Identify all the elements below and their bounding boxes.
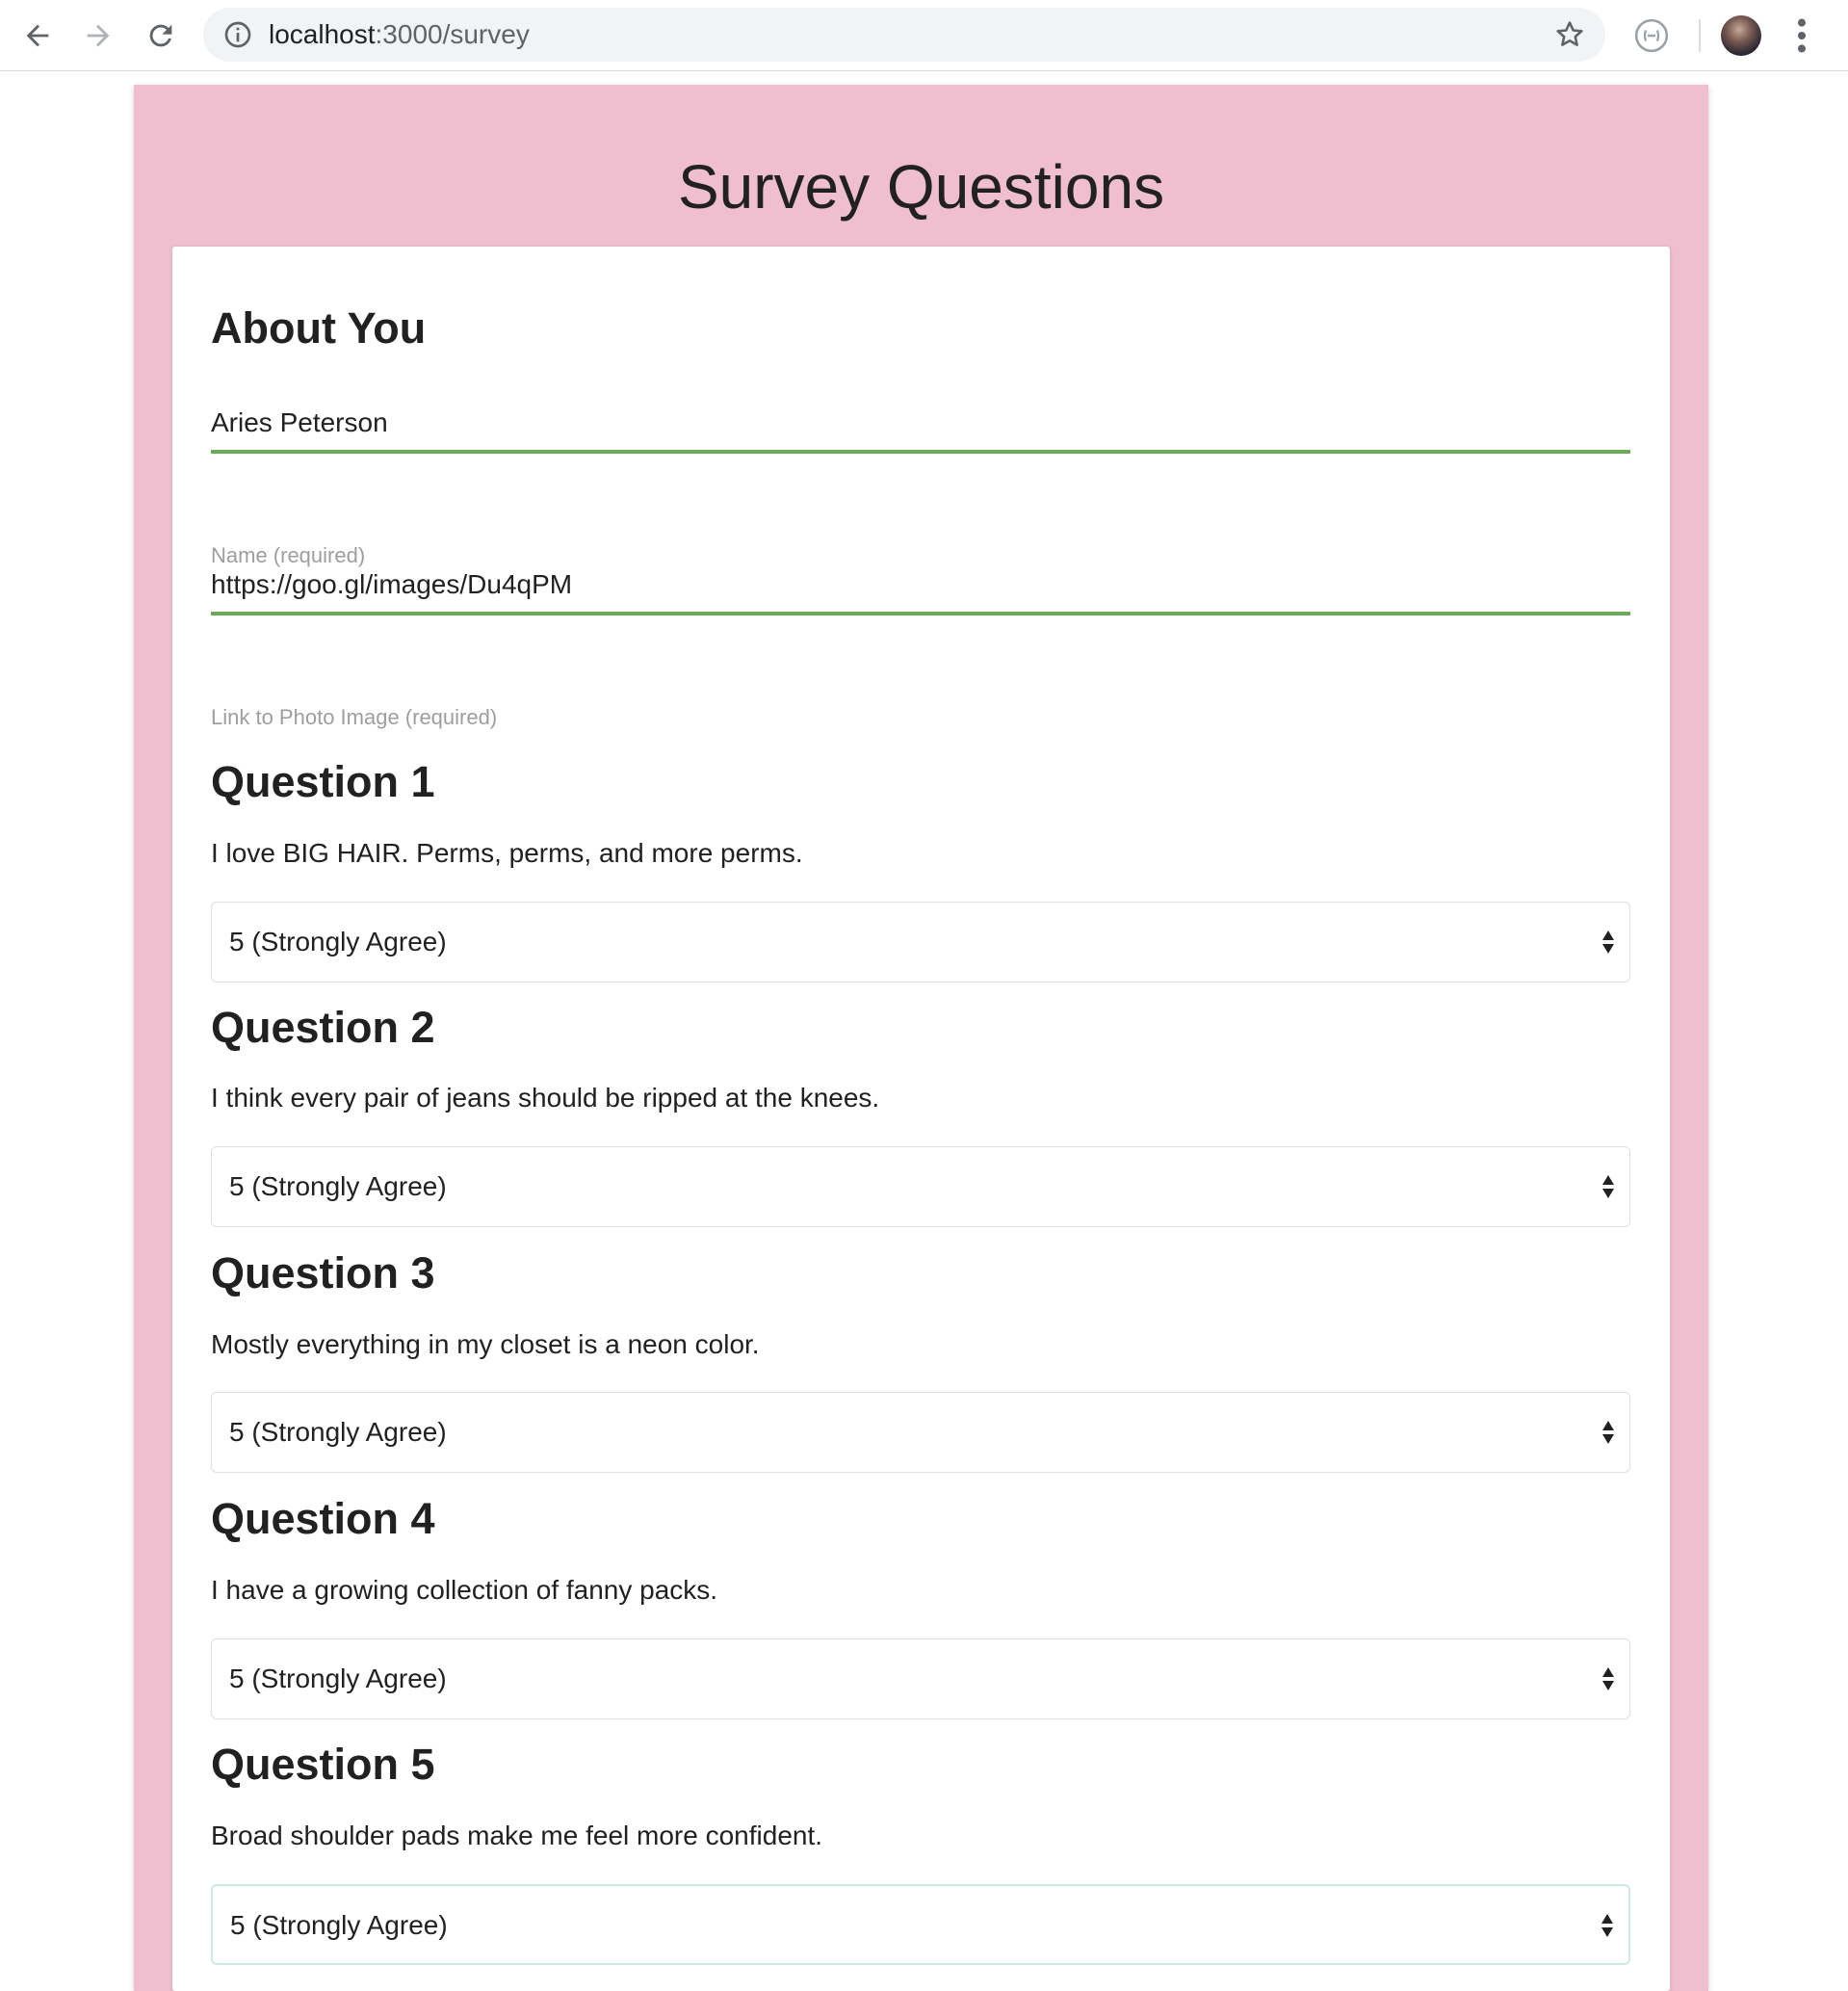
question-1-heading: Question 1	[211, 757, 435, 806]
url-host: localhost	[269, 19, 376, 49]
question-3-text: Mostly everything in my closet is a neon…	[211, 1329, 760, 1359]
select-arrows-icon	[1601, 1914, 1613, 1937]
question-1-selected-value: 5 (Strongly Agree)	[229, 927, 447, 956]
back-arrow-icon	[26, 24, 49, 47]
question-5-select[interactable]: 5 (Strongly Agree)	[211, 1884, 1630, 1965]
question-2-select[interactable]: 5 (Strongly Agree)	[211, 1146, 1630, 1227]
star-icon[interactable]	[1553, 18, 1586, 51]
question-2-text: I think every pair of jeans should be ri…	[211, 1083, 880, 1113]
forward-button[interactable]	[75, 13, 121, 59]
url-text[interactable]: localhost:3000/survey	[269, 8, 530, 62]
question-5-text: Broad shoulder pads make me feel more co…	[211, 1821, 823, 1850]
question-3-heading: Question 3	[211, 1248, 435, 1297]
about-you-heading: About You	[211, 303, 427, 353]
name-input[interactable]	[211, 396, 1630, 454]
select-arrows-icon	[1602, 1667, 1614, 1690]
profile-avatar[interactable]	[1721, 15, 1761, 56]
question-1-text: I love BIG HAIR. Perms, perms, and more …	[211, 838, 803, 868]
page-title: Survey Questions	[677, 152, 1165, 222]
photo-link-label: Link to Photo Image (required)	[211, 705, 498, 729]
reload-icon	[149, 24, 172, 47]
url-path: :3000/survey	[375, 19, 530, 49]
address-bar[interactable]: localhost:3000/survey	[203, 8, 1605, 62]
reload-button[interactable]	[138, 13, 184, 59]
select-arrows-icon	[1602, 930, 1614, 954]
survey-form-card: About You Name (required) Link to Photo …	[172, 247, 1670, 1991]
extension-icon[interactable]	[1633, 17, 1670, 54]
browser-toolbar: localhost:3000/survey	[0, 0, 1848, 71]
question-5-heading: Question 5	[211, 1740, 435, 1789]
question-4-text: I have a growing collection of fanny pac…	[211, 1575, 718, 1605]
question-5-selected-value: 5 (Strongly Agree)	[230, 1910, 448, 1940]
survey-page: Survey Questions About You Name (require…	[134, 85, 1708, 1991]
question-4-heading: Question 4	[211, 1494, 435, 1543]
kebab-menu-icon[interactable]	[1787, 13, 1816, 58]
select-arrows-icon	[1602, 1175, 1614, 1198]
select-arrows-icon	[1602, 1421, 1614, 1444]
question-4-selected-value: 5 (Strongly Agree)	[229, 1664, 447, 1693]
question-1-select[interactable]: 5 (Strongly Agree)	[211, 902, 1630, 982]
back-button[interactable]	[14, 13, 61, 59]
question-3-selected-value: 5 (Strongly Agree)	[229, 1417, 447, 1447]
question-4-select[interactable]: 5 (Strongly Agree)	[211, 1638, 1630, 1719]
info-icon[interactable]	[222, 19, 253, 50]
question-2-heading: Question 2	[211, 1003, 435, 1052]
toolbar-divider	[1699, 19, 1701, 52]
question-3-select[interactable]: 5 (Strongly Agree)	[211, 1392, 1630, 1473]
question-2-selected-value: 5 (Strongly Agree)	[229, 1171, 447, 1201]
photo-link-input[interactable]	[211, 558, 1630, 616]
forward-arrow-icon	[87, 24, 110, 47]
